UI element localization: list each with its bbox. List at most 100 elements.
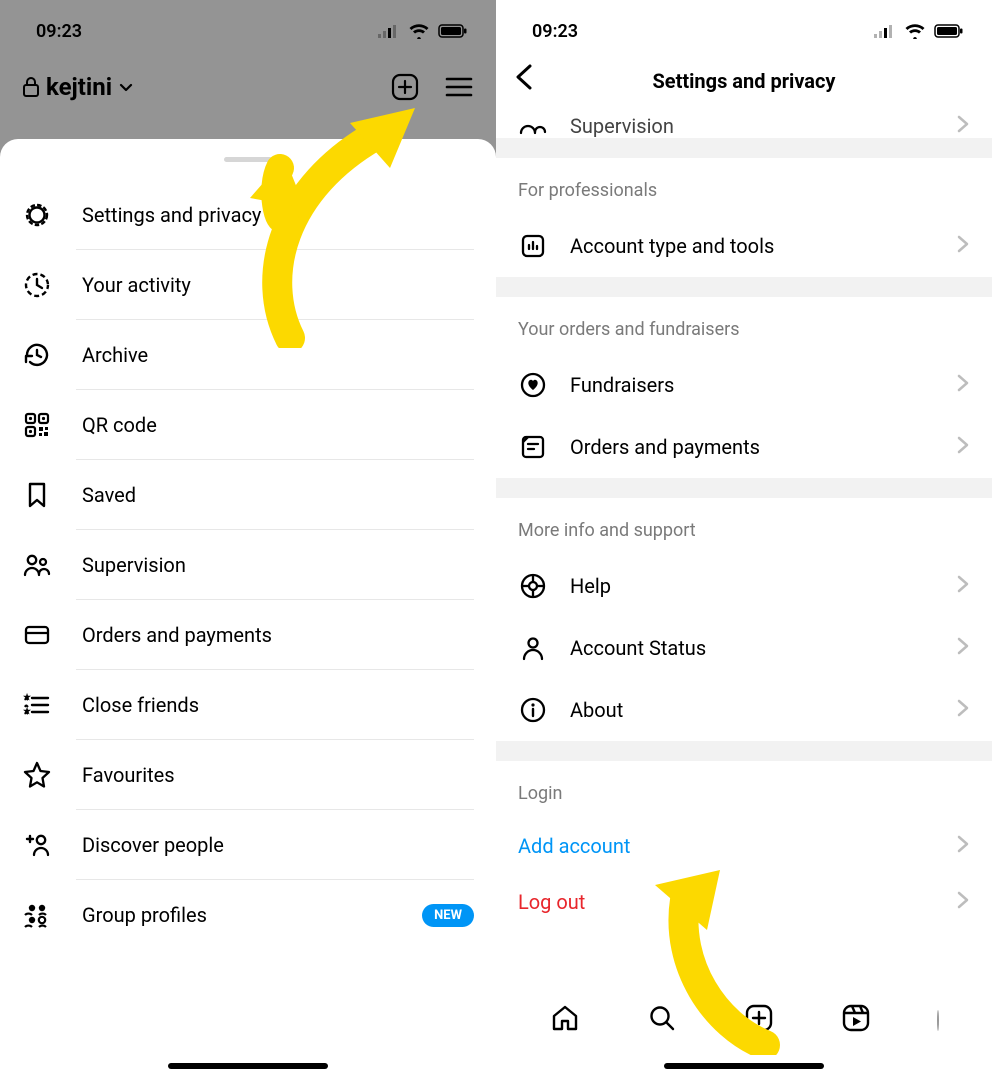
section-divider [496,741,992,761]
menu-qr-code[interactable]: QR code [0,390,496,460]
help-icon [518,571,548,601]
back-button[interactable] [512,62,538,96]
qr-icon [22,410,52,440]
row-add-account[interactable]: Add account [496,818,992,874]
section-title-professionals: For professionals [496,158,992,215]
nav-search[interactable] [646,1002,678,1038]
row-account-status[interactable]: Account Status [496,617,992,679]
menu-your-activity[interactable]: Your activity [0,250,496,320]
chevron-right-icon [956,698,970,722]
profile-menu-sheet: Settings and privacy Your activity Archi… [0,139,496,1078]
nav-home[interactable] [549,1002,581,1038]
star-icon [22,760,52,790]
row-label: Account type and tools [570,234,934,258]
chevron-right-icon [956,890,970,914]
row-label: Orders and payments [570,435,934,459]
menu-supervision[interactable]: Supervision [0,530,496,600]
menu-label: Favourites [82,763,175,787]
close-friends-icon: ★★ [22,690,52,720]
page-title: Settings and privacy [652,69,835,93]
row-label: Log out [518,890,934,914]
discover-people-icon [22,830,52,860]
menu-label: Discover people [82,833,224,857]
chevron-right-icon [956,574,970,598]
menu-label: Orders and payments [82,623,272,647]
home-indicator [168,1063,328,1069]
section-title-orders: Your orders and fundraisers [496,297,992,354]
menu-archive[interactable]: Archive [0,320,496,390]
svg-text:★: ★ [23,706,32,717]
menu-settings-privacy[interactable]: Settings and privacy [0,180,496,250]
info-icon [518,695,548,725]
svg-text:★: ★ [23,692,32,703]
group-icon [22,900,52,930]
row-label: Account Status [570,636,934,660]
menu-group-profiles[interactable]: Group profiles NEW [0,880,496,950]
section-title-login: Login [496,761,992,818]
section-divider [496,277,992,297]
chevron-right-icon [956,234,970,258]
nav-create[interactable] [743,1002,775,1038]
chevron-right-icon [956,435,970,459]
row-label: Supervision [570,114,934,138]
gear-icon [22,200,52,230]
nav-reels[interactable] [840,1002,872,1038]
status-icons [874,23,964,39]
menu-discover-people[interactable]: Discover people [0,810,496,880]
settings-header: Settings and privacy [496,52,992,110]
supervision-icon [22,550,52,580]
row-about[interactable]: About [496,679,992,741]
row-account-type-tools[interactable]: Account type and tools [496,215,992,277]
battery-icon [934,24,964,38]
row-label: Help [570,574,934,598]
chevron-right-icon [956,114,970,138]
receipt-icon [518,432,548,462]
menu-label: Saved [82,483,136,507]
menu-label: Group profiles [82,903,207,927]
tools-icon [518,231,548,261]
plus-square-icon [743,1002,775,1034]
menu-label: Close friends [82,693,199,717]
chevron-right-icon [956,636,970,660]
row-orders-payments[interactable]: Orders and payments [496,416,992,478]
row-help[interactable]: Help [496,555,992,617]
row-log-out[interactable]: Log out [496,874,992,930]
person-icon [518,633,548,663]
row-fundraisers[interactable]: Fundraisers [496,354,992,416]
row-label: About [570,698,934,722]
status-bar: 09:23 [496,0,992,52]
bookmark-icon [22,480,52,510]
avatar-icon [937,1010,939,1031]
row-label: Fundraisers [570,373,934,397]
status-time: 09:23 [532,21,578,42]
supervision-icon [518,110,548,138]
menu-saved[interactable]: Saved [0,460,496,530]
menu-label: QR code [82,413,157,437]
menu-close-friends[interactable]: ★★ Close friends [0,670,496,740]
reels-icon [840,1002,872,1034]
new-badge: NEW [422,904,474,927]
menu-label: Supervision [82,553,186,577]
cellular-icon [874,24,896,38]
bottom-nav [496,992,992,1056]
menu-favourites[interactable]: Favourites [0,740,496,810]
activity-icon [22,270,52,300]
nav-profile[interactable] [937,1011,939,1030]
menu-label: Your activity [82,273,191,297]
menu-label: Settings and privacy [82,203,261,227]
menu-orders-payments[interactable]: Orders and payments [0,600,496,670]
section-divider [496,138,992,158]
fundraisers-icon [518,370,548,400]
menu-label: Archive [82,343,148,367]
sheet-grabber[interactable] [224,157,272,162]
chevron-left-icon [512,62,538,92]
section-divider [496,478,992,498]
archive-icon [22,340,52,370]
home-indicator [664,1063,824,1069]
home-icon [549,1002,581,1034]
row-supervision-cutoff[interactable]: Supervision [496,110,992,138]
card-icon [22,620,52,650]
wifi-icon [904,23,926,39]
row-label: Add account [518,834,934,858]
search-icon [646,1002,678,1034]
